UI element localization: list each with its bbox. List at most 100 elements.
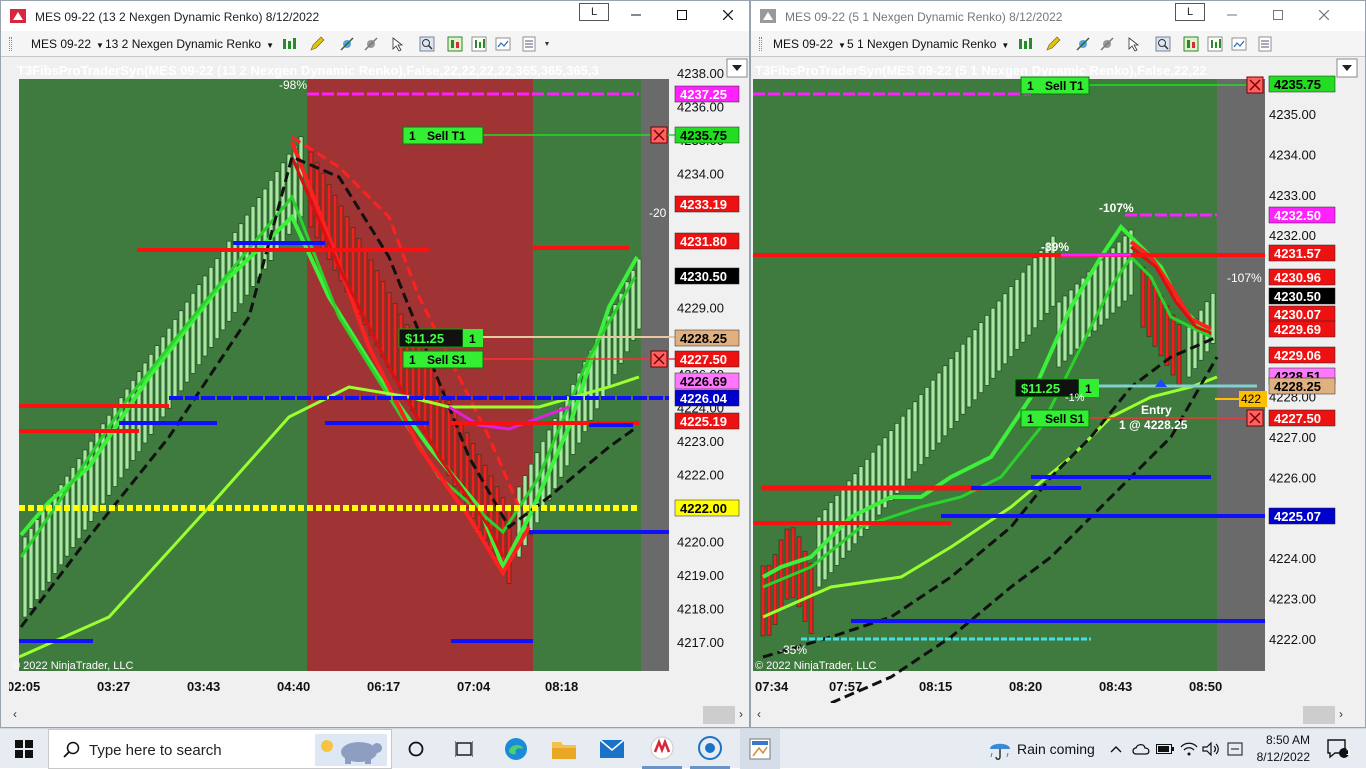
bar-style-icon[interactable] — [1017, 36, 1033, 52]
price-tag-text: 4225.19 — [680, 414, 727, 429]
maximize-button[interactable] — [659, 4, 705, 28]
file-explorer-button[interactable] — [544, 729, 584, 769]
order-qty: 1 — [409, 129, 416, 143]
start-button[interactable] — [0, 729, 48, 769]
price-chart-panel[interactable]: T3FibsProTraderSyn(MES 09-22 (13 2 Nexge… — [9, 57, 749, 703]
instrument-selector[interactable]: MES 09-22 ▼ — [31, 37, 104, 51]
title-bar[interactable]: MES 09-22 (5 1 Nexgen Dynamic Renko) 8/1… — [751, 1, 1365, 31]
drawing-tool-pencil-icon[interactable] — [309, 36, 325, 52]
position-pnl[interactable]: $11.25 1 — [398, 328, 483, 348]
close-button[interactable] — [705, 4, 749, 28]
chart-toolbar: MES 09-22 ▼ 13 2 Nexgen Dynamic Renko ▼ — [1, 31, 749, 57]
renko-bar — [184, 301, 190, 383]
bar-type-selector[interactable]: 13 2 Nexgen Dynamic Renko ▼ — [105, 37, 274, 51]
scroll-left-icon[interactable]: ‹ — [13, 707, 17, 721]
chart-trader-icon[interactable] — [1183, 36, 1199, 52]
order-sell-t1[interactable]: 1 Sell T1 — [1020, 76, 1090, 95]
maximize-icon — [677, 10, 687, 20]
input-method-button[interactable] — [1224, 729, 1246, 769]
ninjatrader-taskbar-button[interactable] — [642, 729, 682, 769]
indicator-icon[interactable] — [339, 36, 355, 52]
renko-bar — [434, 378, 440, 455]
clock-time: 8:50 AM — [1265, 733, 1310, 747]
layout-link-button[interactable]: L — [1175, 3, 1205, 21]
properties-icon[interactable] — [1257, 36, 1273, 52]
order-sell-s1[interactable]: 1 Sell S1 — [1020, 409, 1090, 428]
price-chart-panel[interactable]: T3FibsProTraderSyn(MES 09-22 (5 1 Nexgen… — [751, 57, 1359, 703]
data-series-icon[interactable] — [471, 36, 487, 52]
cancel-order-t1[interactable] — [1246, 76, 1264, 94]
scroll-right-icon[interactable]: › — [739, 707, 743, 721]
cancel-order-t1[interactable] — [650, 126, 668, 144]
weather-button[interactable] — [984, 729, 1016, 769]
media-player-icon — [698, 735, 722, 760]
renko-bar — [1008, 286, 1014, 357]
indicator-icon[interactable] — [1075, 36, 1091, 52]
layout-link-button[interactable]: L — [579, 3, 609, 21]
price-axis-label: 4217.00 — [677, 635, 724, 650]
cortana-button[interactable] — [398, 729, 434, 769]
minimize-button[interactable] — [1209, 4, 1255, 28]
price-tag-text: 4230.50 — [1274, 289, 1321, 304]
scroll-left-icon[interactable]: ‹ — [757, 707, 761, 721]
pct-label: -1% — [1065, 392, 1085, 404]
chevron-up-icon — [1110, 746, 1122, 753]
horizontal-scrollbar[interactable]: ‹ › — [1, 703, 749, 727]
weather-text[interactable]: Rain coming — [1017, 741, 1095, 757]
position-pnl[interactable]: $11.25 1 — [1014, 378, 1099, 398]
price-tag: 4232.50 — [1268, 206, 1336, 224]
onedrive-button[interactable] — [1130, 729, 1152, 769]
data-series-icon[interactable] — [1207, 36, 1223, 52]
cursor-pointer-icon[interactable] — [1127, 36, 1143, 52]
task-view-button[interactable] — [446, 729, 482, 769]
maximize-button[interactable] — [1255, 4, 1301, 28]
renko-bar — [1032, 257, 1038, 329]
zoom-icon[interactable] — [1155, 36, 1171, 52]
chart-trader-icon[interactable] — [447, 36, 463, 52]
title-bar[interactable]: MES 09-22 (13 2 Nexgen Dynamic Renko) 8/… — [1, 1, 749, 31]
bar-type-label: 5 1 Nexgen Dynamic Renko — [847, 37, 997, 51]
paint-app-button[interactable] — [740, 729, 780, 769]
snapshot-icon[interactable] — [1231, 36, 1247, 52]
cancel-order-s1[interactable] — [650, 350, 668, 368]
renko-bar — [1198, 309, 1204, 361]
notification-center-button[interactable]: 1 — [1318, 729, 1358, 769]
properties-icon[interactable] — [521, 36, 537, 52]
snapshot-icon[interactable] — [495, 36, 511, 52]
instrument-selector[interactable]: MES 09-22 ▼ — [773, 37, 846, 51]
price-tag-text: 4228.25 — [1274, 379, 1321, 394]
battery-button[interactable] — [1154, 729, 1176, 769]
bar-style-icon[interactable] — [281, 36, 297, 52]
network-button[interactable] — [1178, 729, 1200, 769]
scroll-thumb[interactable] — [703, 706, 735, 724]
drawing-tool-pencil-icon[interactable] — [1045, 36, 1061, 52]
taskbar-search-box[interactable]: Type here to search — [48, 729, 392, 769]
speaker-icon — [1202, 742, 1219, 756]
media-app-button[interactable] — [690, 729, 730, 769]
cursor-pointer-icon[interactable] — [391, 36, 407, 52]
strategy-icon[interactable] — [363, 36, 379, 52]
show-hidden-icons-button[interactable] — [1106, 729, 1126, 769]
renko-bar — [190, 293, 196, 374]
price-tag: 4228.25 — [674, 329, 740, 347]
bar-type-selector[interactable]: 5 1 Nexgen Dynamic Renko ▼ — [847, 37, 1009, 51]
system-clock[interactable]: 8:50 AM 8/12/2022 — [1246, 732, 1310, 766]
price-axis-label: 4234.00 — [677, 166, 724, 181]
scroll-right-icon[interactable]: › — [1339, 707, 1343, 721]
zoom-icon[interactable] — [419, 36, 435, 52]
order-sell-s1[interactable]: 1 Sell S1 — [402, 350, 484, 369]
strategy-icon[interactable] — [1099, 36, 1115, 52]
price-axis-label: 4229.00 — [677, 300, 724, 315]
properties-chevron-icon[interactable] — [539, 36, 555, 52]
scroll-thumb[interactable] — [1303, 706, 1335, 724]
close-button[interactable] — [1301, 4, 1347, 28]
horizontal-scrollbar[interactable]: ‹ › — [751, 703, 1365, 727]
edge-browser-button[interactable] — [496, 729, 536, 769]
order-sell-t1[interactable]: 1 Sell T1 — [402, 126, 484, 145]
ninjatrader-app-icon — [760, 9, 776, 23]
minimize-button[interactable] — [613, 4, 659, 28]
time-axis-label: 04:40 — [277, 679, 310, 694]
volume-button[interactable] — [1200, 729, 1222, 769]
mail-button[interactable] — [592, 729, 632, 769]
cancel-order-s1[interactable] — [1246, 409, 1264, 427]
